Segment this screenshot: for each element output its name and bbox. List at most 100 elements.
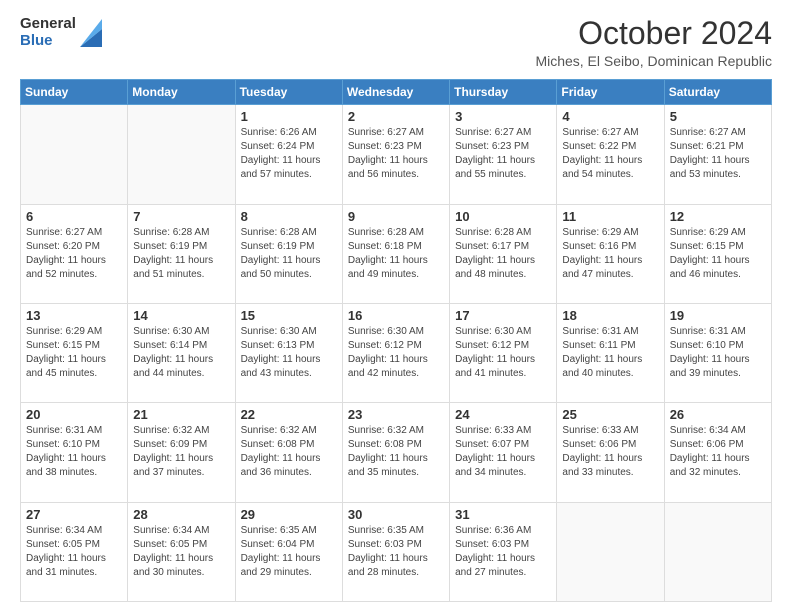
calendar-week-2: 6 Sunrise: 6:27 AM Sunset: 6:20 PM Daylig… — [21, 204, 772, 303]
day-number: 14 — [133, 308, 229, 323]
table-row: 31 Sunrise: 6:36 AM Sunset: 6:03 PM Dayli… — [450, 502, 557, 601]
table-row — [557, 502, 664, 601]
calendar-header: Sunday Monday Tuesday Wednesday Thursday… — [21, 80, 772, 105]
day-info: Sunrise: 6:26 AM Sunset: 6:24 PM Dayligh… — [241, 126, 337, 182]
day-number: 10 — [455, 209, 551, 224]
subtitle: Miches, El Seibo, Dominican Republic — [535, 53, 772, 69]
day-number: 8 — [241, 209, 337, 224]
header: General Blue October 2024 Miches, El Sei… — [20, 16, 772, 69]
day-number: 19 — [670, 308, 766, 323]
calendar-week-1: 1Sunrise: 6:26 AM Sunset: 6:24 PM Daylig… — [21, 105, 772, 204]
day-number: 18 — [562, 308, 658, 323]
day-info: Sunrise: 6:32 AM Sunset: 6:09 PM Dayligh… — [133, 424, 229, 480]
day-info: Sunrise: 6:27 AM Sunset: 6:23 PM Dayligh… — [348, 126, 444, 182]
day-number: 11 — [562, 209, 658, 224]
col-sunday: Sunday — [21, 80, 128, 105]
logo-general: General — [20, 16, 76, 33]
day-number: 26 — [670, 407, 766, 422]
day-number: 27 — [26, 507, 122, 522]
day-info: Sunrise: 6:30 AM Sunset: 6:12 PM Dayligh… — [455, 325, 551, 381]
day-info: Sunrise: 6:33 AM Sunset: 6:06 PM Dayligh… — [562, 424, 658, 480]
table-row: 5 Sunrise: 6:27 AM Sunset: 6:21 PM Daylig… — [664, 105, 771, 204]
day-info: Sunrise: 6:28 AM Sunset: 6:18 PM Dayligh… — [348, 226, 444, 282]
logo-blue: Blue — [20, 33, 76, 50]
table-row: 24 Sunrise: 6:33 AM Sunset: 6:07 PM Dayli… — [450, 403, 557, 502]
page: General Blue October 2024 Miches, El Sei… — [0, 0, 792, 612]
col-saturday: Saturday — [664, 80, 771, 105]
day-number: 30 — [348, 507, 444, 522]
day-info: Sunrise: 6:29 AM Sunset: 6:15 PM Dayligh… — [26, 325, 122, 381]
day-number: 4 — [562, 109, 658, 124]
day-number: 20 — [26, 407, 122, 422]
day-info: Sunrise: 6:27 AM Sunset: 6:22 PM Dayligh… — [562, 126, 658, 182]
day-info: Sunrise: 6:31 AM Sunset: 6:11 PM Dayligh… — [562, 325, 658, 381]
day-info: Sunrise: 6:33 AM Sunset: 6:07 PM Dayligh… — [455, 424, 551, 480]
table-row — [128, 105, 235, 204]
day-number: 25 — [562, 407, 658, 422]
day-number: 16 — [348, 308, 444, 323]
logo-text: General Blue — [20, 16, 76, 49]
table-row: 16 Sunrise: 6:30 AM Sunset: 6:12 PM Dayli… — [342, 303, 449, 402]
table-row: 7Sunrise: 6:28 AM Sunset: 6:19 PM Daylig… — [128, 204, 235, 303]
table-row: 8 Sunrise: 6:28 AM Sunset: 6:19 PM Daylig… — [235, 204, 342, 303]
col-monday: Monday — [128, 80, 235, 105]
table-row: 27 Sunrise: 6:34 AM Sunset: 6:05 PM Dayli… — [21, 502, 128, 601]
table-row: 2 Sunrise: 6:27 AM Sunset: 6:23 PM Daylig… — [342, 105, 449, 204]
day-info: Sunrise: 6:30 AM Sunset: 6:14 PM Dayligh… — [133, 325, 229, 381]
table-row: 15 Sunrise: 6:30 AM Sunset: 6:13 PM Dayli… — [235, 303, 342, 402]
day-info: Sunrise: 6:30 AM Sunset: 6:12 PM Dayligh… — [348, 325, 444, 381]
day-number: 23 — [348, 407, 444, 422]
day-info: Sunrise: 6:27 AM Sunset: 6:23 PM Dayligh… — [455, 126, 551, 182]
calendar-week-4: 20Sunrise: 6:31 AM Sunset: 6:10 PM Dayli… — [21, 403, 772, 502]
col-friday: Friday — [557, 80, 664, 105]
day-info: Sunrise: 6:28 AM Sunset: 6:19 PM Dayligh… — [241, 226, 337, 282]
day-info: Sunrise: 6:30 AM Sunset: 6:13 PM Dayligh… — [241, 325, 337, 381]
table-row: 4 Sunrise: 6:27 AM Sunset: 6:22 PM Daylig… — [557, 105, 664, 204]
day-info: Sunrise: 6:27 AM Sunset: 6:20 PM Dayligh… — [26, 226, 122, 282]
day-number: 22 — [241, 407, 337, 422]
table-row: 6 Sunrise: 6:27 AM Sunset: 6:20 PM Daylig… — [21, 204, 128, 303]
day-info: Sunrise: 6:35 AM Sunset: 6:03 PM Dayligh… — [348, 524, 444, 580]
logo: General Blue — [20, 16, 102, 49]
day-info: Sunrise: 6:28 AM Sunset: 6:17 PM Dayligh… — [455, 226, 551, 282]
calendar-table: Sunday Monday Tuesday Wednesday Thursday… — [20, 79, 772, 602]
day-info: Sunrise: 6:32 AM Sunset: 6:08 PM Dayligh… — [241, 424, 337, 480]
table-row: 23Sunrise: 6:32 AM Sunset: 6:08 PM Dayli… — [342, 403, 449, 502]
day-number: 28 — [133, 507, 229, 522]
table-row: 17 Sunrise: 6:30 AM Sunset: 6:12 PM Dayli… — [450, 303, 557, 402]
col-wednesday: Wednesday — [342, 80, 449, 105]
table-row: 18 Sunrise: 6:31 AM Sunset: 6:11 PM Dayli… — [557, 303, 664, 402]
table-row: 22 Sunrise: 6:32 AM Sunset: 6:08 PM Dayli… — [235, 403, 342, 502]
day-number: 17 — [455, 308, 551, 323]
table-row: 28Sunrise: 6:34 AM Sunset: 6:05 PM Dayli… — [128, 502, 235, 601]
day-number: 7 — [133, 209, 229, 224]
day-info: Sunrise: 6:27 AM Sunset: 6:21 PM Dayligh… — [670, 126, 766, 182]
day-number: 2 — [348, 109, 444, 124]
table-row — [664, 502, 771, 601]
table-row: 10 Sunrise: 6:28 AM Sunset: 6:17 PM Dayli… — [450, 204, 557, 303]
table-row: 12Sunrise: 6:29 AM Sunset: 6:15 PM Dayli… — [664, 204, 771, 303]
table-row: 29Sunrise: 6:35 AM Sunset: 6:04 PM Dayli… — [235, 502, 342, 601]
day-number: 24 — [455, 407, 551, 422]
table-row: 9 Sunrise: 6:28 AM Sunset: 6:18 PM Daylig… — [342, 204, 449, 303]
header-row: Sunday Monday Tuesday Wednesday Thursday… — [21, 80, 772, 105]
col-tuesday: Tuesday — [235, 80, 342, 105]
table-row: 30 Sunrise: 6:35 AM Sunset: 6:03 PM Dayli… — [342, 502, 449, 601]
table-row: 14 Sunrise: 6:30 AM Sunset: 6:14 PM Dayli… — [128, 303, 235, 402]
day-number: 6 — [26, 209, 122, 224]
day-info: Sunrise: 6:34 AM Sunset: 6:05 PM Dayligh… — [26, 524, 122, 580]
day-number: 31 — [455, 507, 551, 522]
day-info: Sunrise: 6:34 AM Sunset: 6:06 PM Dayligh… — [670, 424, 766, 480]
table-row: 13Sunrise: 6:29 AM Sunset: 6:15 PM Dayli… — [21, 303, 128, 402]
main-title: October 2024 — [535, 16, 772, 51]
day-number: 29 — [241, 507, 337, 522]
table-row: 20Sunrise: 6:31 AM Sunset: 6:10 PM Dayli… — [21, 403, 128, 502]
day-number: 5 — [670, 109, 766, 124]
table-row: 1Sunrise: 6:26 AM Sunset: 6:24 PM Daylig… — [235, 105, 342, 204]
day-info: Sunrise: 6:36 AM Sunset: 6:03 PM Dayligh… — [455, 524, 551, 580]
day-number: 9 — [348, 209, 444, 224]
table-row: 3Sunrise: 6:27 AM Sunset: 6:23 PM Daylig… — [450, 105, 557, 204]
calendar-week-3: 13Sunrise: 6:29 AM Sunset: 6:15 PM Dayli… — [21, 303, 772, 402]
day-number: 15 — [241, 308, 337, 323]
calendar-week-5: 27 Sunrise: 6:34 AM Sunset: 6:05 PM Dayli… — [21, 502, 772, 601]
